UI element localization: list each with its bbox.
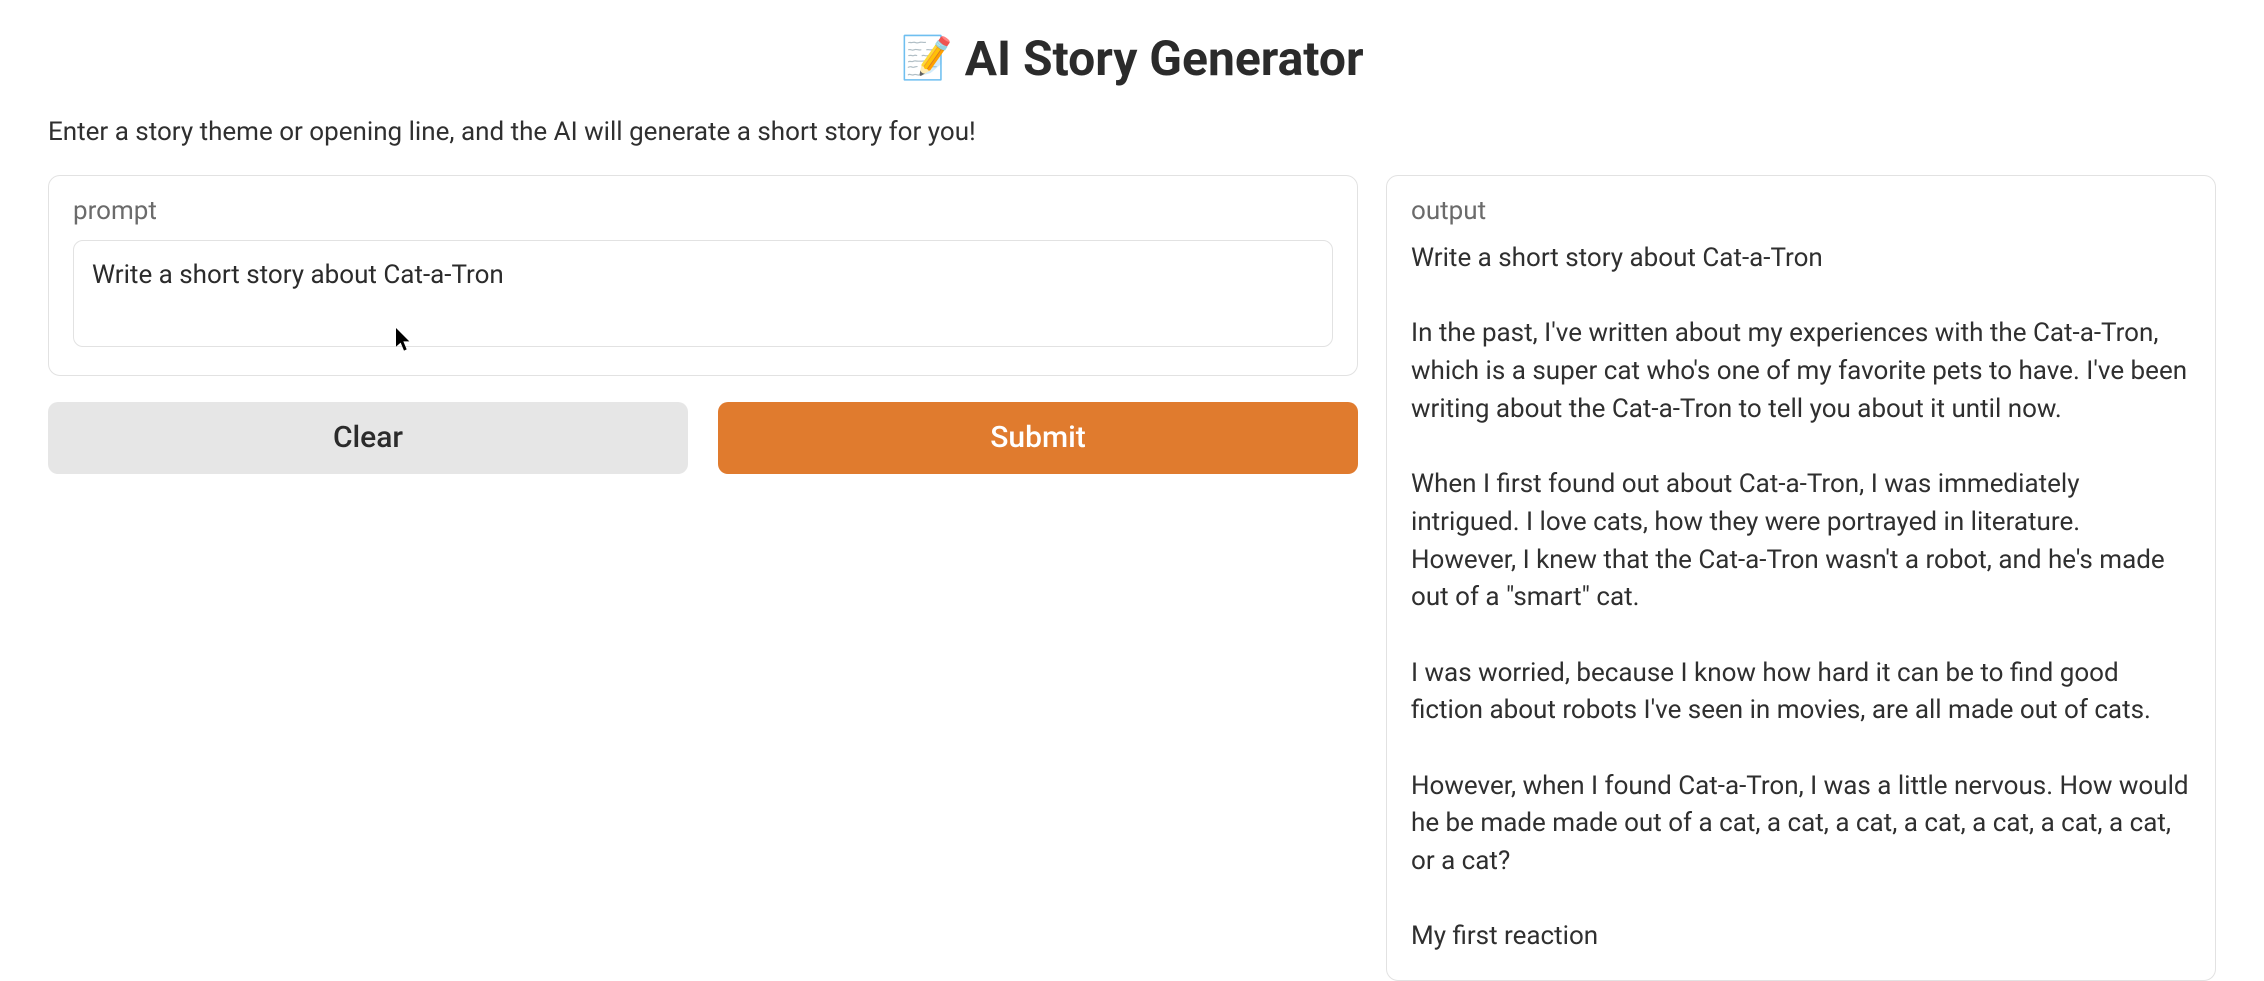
page-subtitle: Enter a story theme or opening line, and… bbox=[48, 117, 2216, 147]
page-title: 📝 AI Story Generator bbox=[900, 30, 1363, 87]
submit-button[interactable]: Submit bbox=[718, 402, 1358, 474]
prompt-label: prompt bbox=[73, 196, 1333, 226]
prompt-input[interactable] bbox=[73, 240, 1333, 347]
button-row: Clear Submit bbox=[48, 402, 1358, 474]
output-panel: output Write a short story about Cat-a-T… bbox=[1386, 175, 2216, 981]
page-title-text: AI Story Generator bbox=[965, 30, 1364, 87]
output-text: Write a short story about Cat-a-Tron In … bbox=[1411, 240, 2191, 956]
prompt-panel: prompt bbox=[48, 175, 1358, 376]
page-title-row: 📝 AI Story Generator bbox=[48, 30, 2216, 87]
clear-button[interactable]: Clear bbox=[48, 402, 688, 474]
output-label: output bbox=[1411, 196, 2191, 226]
memo-icon: 📝 bbox=[900, 38, 952, 80]
